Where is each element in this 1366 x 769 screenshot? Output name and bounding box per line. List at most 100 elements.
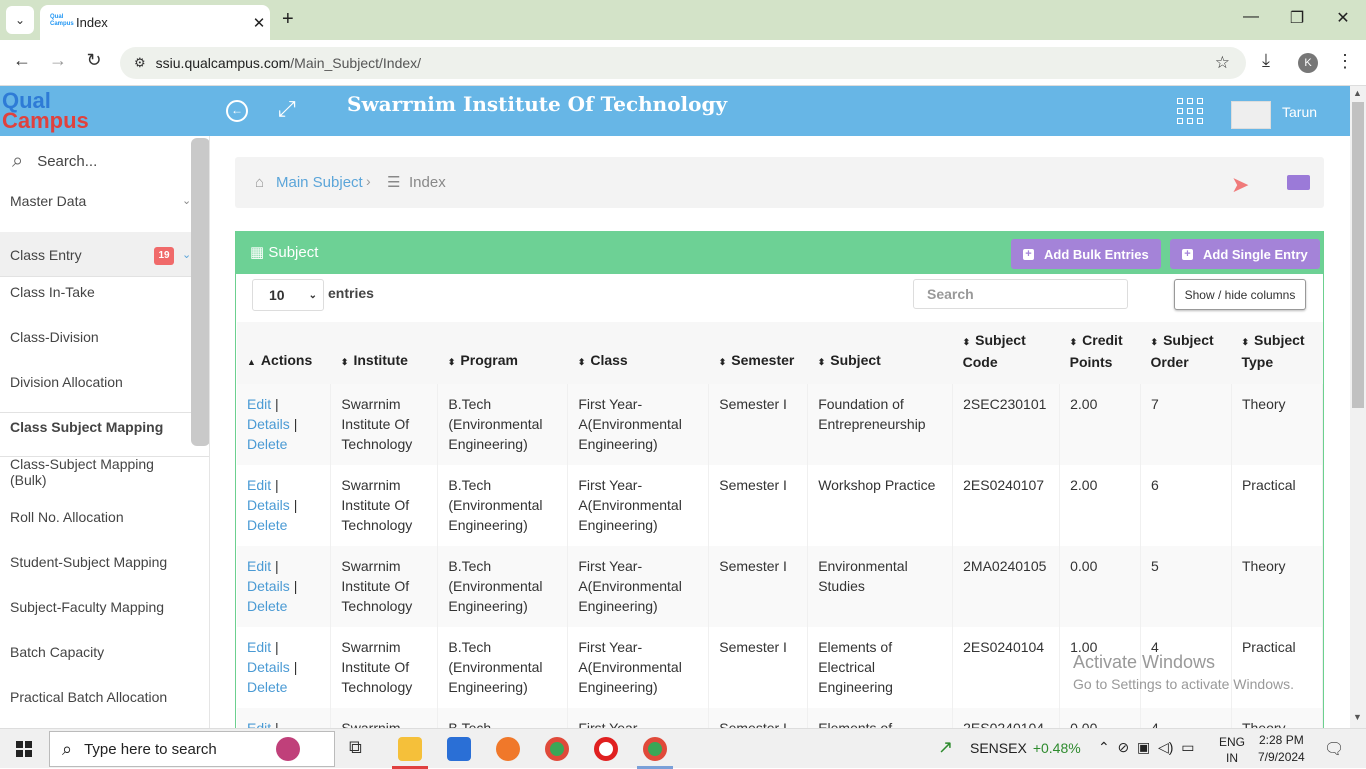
- edit-link[interactable]: Edit: [247, 396, 271, 412]
- username[interactable]: Tarun: [1282, 104, 1317, 120]
- new-tab-plus-icon[interactable]: +: [282, 8, 294, 31]
- column-header-actions[interactable]: ▲ Actions: [237, 322, 331, 384]
- restore-icon[interactable]: ❐: [1274, 8, 1320, 28]
- add-single-label: Add Single Entry: [1203, 246, 1308, 262]
- sidebar-item-student-subject-mapping[interactable]: Student-Subject Mapping: [0, 539, 191, 584]
- column-header-subject[interactable]: ⬍ Subject: [807, 322, 953, 384]
- sidebar-item-roll-no-allocation[interactable]: Roll No. Allocation: [0, 494, 191, 539]
- scroll-up-arrow-icon[interactable]: ▲: [1353, 88, 1362, 98]
- microsoft-store-icon[interactable]: [447, 737, 471, 761]
- sidebar-scrollbar[interactable]: [191, 138, 209, 446]
- browser-menu-icon[interactable]: ⋮: [1336, 51, 1354, 72]
- back-circle-icon[interactable]: ←: [226, 100, 248, 122]
- column-header-semester[interactable]: ⬍ Semester: [708, 322, 808, 384]
- page-scrollbar[interactable]: ▲ ▼: [1350, 86, 1366, 728]
- add-bulk-entries-button[interactable]: + Add Bulk Entries: [1011, 239, 1161, 269]
- sidebar-item-batch-capacity[interactable]: Batch Capacity: [0, 629, 191, 674]
- tab-list-chevron-icon[interactable]: ⌄: [6, 6, 34, 34]
- notification-icon[interactable]: 🗨: [1324, 739, 1344, 759]
- profile-avatar[interactable]: K: [1298, 53, 1318, 73]
- cell-subject: Environmental Studies: [807, 546, 954, 627]
- qualcampus-logo[interactable]: Qual Campus: [0, 86, 110, 136]
- edit-link[interactable]: Edit: [247, 639, 271, 655]
- apps-grid-icon[interactable]: [1177, 98, 1203, 124]
- sidebar-item-division-allocation[interactable]: Division Allocation: [0, 359, 191, 404]
- details-link[interactable]: Details: [247, 659, 290, 675]
- delete-link[interactable]: Delete: [247, 679, 287, 695]
- sidebar-item-master-data[interactable]: Master Data ⌄: [0, 178, 191, 223]
- scrollbar-thumb[interactable]: [1352, 102, 1364, 408]
- details-link[interactable]: Details: [247, 578, 290, 594]
- table-header-row: ▲ Actions ⬍ Institute ⬍ Program ⬍ Class ⬍ Sem…: [237, 322, 1323, 384]
- sidebar-item-class-division[interactable]: Class-Division: [0, 314, 191, 359]
- url-path: /Main_Subject/Index/: [290, 55, 422, 71]
- column-header-credit-points[interactable]: ⬍ Credit Points: [1059, 322, 1141, 384]
- user-avatar-image[interactable]: [1231, 101, 1271, 129]
- chevron-down-icon: ⌄: [182, 249, 192, 261]
- header-label: Semester: [731, 352, 795, 368]
- task-view-icon[interactable]: ⧉: [349, 737, 373, 761]
- search-highlight-icon[interactable]: [276, 737, 300, 761]
- cell-type: Practical: [1231, 627, 1323, 708]
- browser-tab[interactable]: Qual Campus Index ✕: [40, 5, 270, 40]
- reload-icon[interactable]: ↻: [80, 50, 108, 71]
- windows-start-icon[interactable]: [16, 741, 32, 757]
- sidebar-item-subject-faculty-mapping[interactable]: Subject-Faculty Mapping: [0, 584, 191, 629]
- clock[interactable]: 2:28 PM 7/9/2024: [1258, 732, 1305, 766]
- page-length-select[interactable]: 10 ⌄: [252, 279, 324, 311]
- sidebar-item-class-intake[interactable]: Class In-Take: [0, 269, 191, 314]
- url-input[interactable]: ⚙ ssiu.qualcampus.com/Main_Subject/Index…: [120, 47, 1246, 79]
- breadcrumb-main-subject[interactable]: Main Subject: [276, 174, 363, 191]
- sidebar-item-practical-batch-allocation[interactable]: Practical Batch Allocation: [0, 674, 191, 719]
- opera-icon[interactable]: [594, 737, 618, 761]
- language-indicator[interactable]: ENG IN: [1219, 734, 1245, 766]
- forward-arrow-icon[interactable]: →: [44, 50, 72, 71]
- firefox-icon[interactable]: [496, 737, 520, 761]
- details-link[interactable]: Details: [247, 416, 290, 432]
- delete-link[interactable]: Delete: [247, 517, 287, 533]
- fullscreen-expand-icon[interactable]: ⤢: [278, 96, 296, 122]
- site-info-icon[interactable]: ⚙: [134, 55, 146, 71]
- download-icon[interactable]: ⤓: [1262, 50, 1270, 71]
- sidebar-search[interactable]: ⌕ Search...: [12, 150, 97, 173]
- cell-semester: Semester I: [708, 465, 809, 546]
- sidebar-item-class-subject-mapping-bulk[interactable]: Class-Subject Mapping (Bulk): [0, 449, 191, 494]
- delete-link[interactable]: Delete: [247, 436, 287, 452]
- sidebar-item-label: Practical Batch Allocation: [10, 688, 168, 705]
- minimize-icon[interactable]: —: [1228, 8, 1274, 26]
- bookmark-star-icon[interactable]: ☆: [1215, 53, 1230, 73]
- table-grid-icon: ▦: [250, 244, 269, 261]
- back-arrow-icon[interactable]: ←: [8, 50, 36, 71]
- table-search-input[interactable]: Search: [913, 279, 1128, 309]
- envelope-icon[interactable]: [1287, 175, 1310, 190]
- edit-link[interactable]: Edit: [247, 558, 271, 574]
- sort-icon: ⬍: [447, 357, 456, 367]
- paper-plane-icon[interactable]: ➤: [1231, 172, 1249, 198]
- edit-link[interactable]: Edit: [247, 477, 271, 493]
- column-header-subject-code[interactable]: ⬍ Subject Code: [952, 322, 1060, 384]
- chrome-profile-icon[interactable]: [643, 737, 667, 761]
- delete-link[interactable]: Delete: [247, 598, 287, 614]
- sensex-widget[interactable]: SENSEX +0.48%: [940, 740, 1081, 756]
- cell-order: 6: [1140, 465, 1232, 546]
- address-bar-row: ← → ↻ ⚙ ssiu.qualcampus.com/Main_Subject…: [0, 40, 1366, 86]
- url-host: ssiu.qualcampus.com: [155, 55, 291, 71]
- tab-close-icon[interactable]: ✕: [248, 14, 270, 32]
- show-hide-columns-button[interactable]: Show / hide columns: [1174, 279, 1306, 310]
- details-link[interactable]: Details: [247, 497, 290, 513]
- sidebar-search-placeholder: Search...: [37, 153, 98, 170]
- column-header-program[interactable]: ⬍ Program: [437, 322, 568, 384]
- chrome-icon[interactable]: [545, 737, 569, 761]
- column-header-class[interactable]: ⬍ Class: [567, 322, 709, 384]
- actions-cell: Edit |Details |Delete: [237, 384, 332, 465]
- system-tray-icons[interactable]: ⌃ ⊘ ▣ ◁) ▭: [1098, 739, 1194, 756]
- column-header-subject-order[interactable]: ⬍ Subject Order: [1140, 322, 1232, 384]
- window-close-icon[interactable]: ✕: [1320, 8, 1366, 28]
- column-header-subject-type[interactable]: ⬍ Subject Type: [1231, 322, 1323, 384]
- sidebar-item-class-subject-mapping[interactable]: Class Subject Mapping: [0, 404, 191, 449]
- column-header-institute[interactable]: ⬍ Institute: [330, 322, 438, 384]
- scroll-down-arrow-icon[interactable]: ▼: [1353, 712, 1362, 722]
- header-label: Class: [590, 352, 628, 368]
- file-explorer-icon[interactable]: [398, 737, 422, 761]
- add-single-entry-button[interactable]: + Add Single Entry: [1170, 239, 1320, 269]
